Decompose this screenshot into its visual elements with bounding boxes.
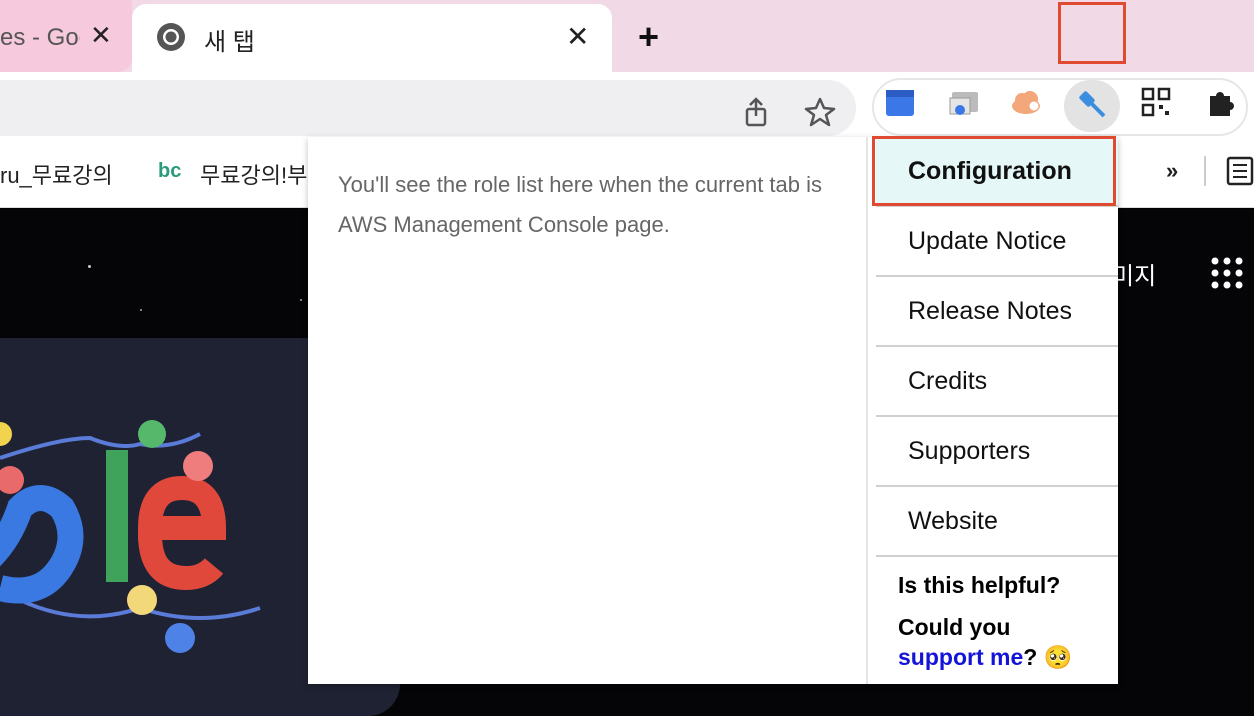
new-tab-button[interactable]: + — [638, 16, 659, 58]
star-dot — [300, 299, 302, 301]
role-list-message: You'll see the role list here when the c… — [338, 172, 822, 237]
menu-item-credits[interactable]: Credits — [876, 347, 1118, 417]
help-line: Could you — [898, 614, 1011, 640]
bookmark-bc-icon: bc — [158, 160, 182, 182]
extensions-group — [872, 78, 1248, 136]
cast-extension-icon[interactable] — [948, 86, 980, 118]
tab-close-button[interactable]: ✕ — [90, 20, 112, 51]
popup-divider — [866, 137, 868, 684]
support-me-link[interactable]: support me — [898, 644, 1023, 670]
configuration-highlight-box — [872, 136, 1116, 206]
address-bar[interactable] — [0, 80, 856, 136]
tab-title: es - Goo — [0, 24, 80, 51]
cloud-extension-icon[interactable] — [1010, 86, 1042, 118]
star-dot — [88, 265, 91, 268]
qr-code-extension-icon[interactable] — [1140, 86, 1172, 118]
calendar-extension-icon[interactable] — [884, 86, 916, 118]
images-link[interactable]: 미지 — [1112, 256, 1156, 291]
menu-item-supporters[interactable]: Supporters — [876, 417, 1118, 487]
apps-grid-icon[interactable] — [1210, 256, 1244, 290]
aws-role-key-extension-icon[interactable] — [1076, 86, 1108, 118]
tab-inactive[interactable]: es - Goo ✕ — [0, 0, 132, 72]
bookmark-item[interactable]: 무료강의!부 — [200, 158, 307, 190]
tab-active[interactable]: 새 탭 ✕ — [132, 4, 612, 76]
extension-highlight-box — [1058, 2, 1126, 64]
menu-item-update-notice[interactable]: Update Notice — [876, 207, 1118, 277]
menu-item-website[interactable]: Website — [876, 487, 1118, 557]
star-icon[interactable] — [804, 96, 836, 128]
help-question: Is this helpful? — [898, 572, 1061, 598]
support-prompt: Is this helpful? Could you support me? 🥺 — [898, 570, 1118, 672]
bookmarks-overflow-button[interactable]: » — [1166, 158, 1178, 184]
toolbar — [0, 72, 1254, 136]
tab-title: 새 탭 — [204, 29, 255, 56]
puzzle-extensions-icon[interactable] — [1204, 86, 1236, 118]
bookmarks-divider — [1204, 156, 1206, 186]
tab-close-button[interactable]: ✕ — [566, 20, 589, 53]
share-icon[interactable] — [740, 96, 772, 128]
menu-item-release-notes[interactable]: Release Notes — [876, 277, 1118, 347]
support-line: support me? 🥺 — [898, 642, 1118, 672]
reading-list-icon[interactable] — [1226, 156, 1254, 186]
chrome-icon — [157, 23, 185, 51]
star-dot — [140, 309, 142, 311]
bookmark-item[interactable]: ru_무료강의 — [0, 158, 113, 190]
support-suffix: ? 🥺 — [1023, 644, 1073, 670]
